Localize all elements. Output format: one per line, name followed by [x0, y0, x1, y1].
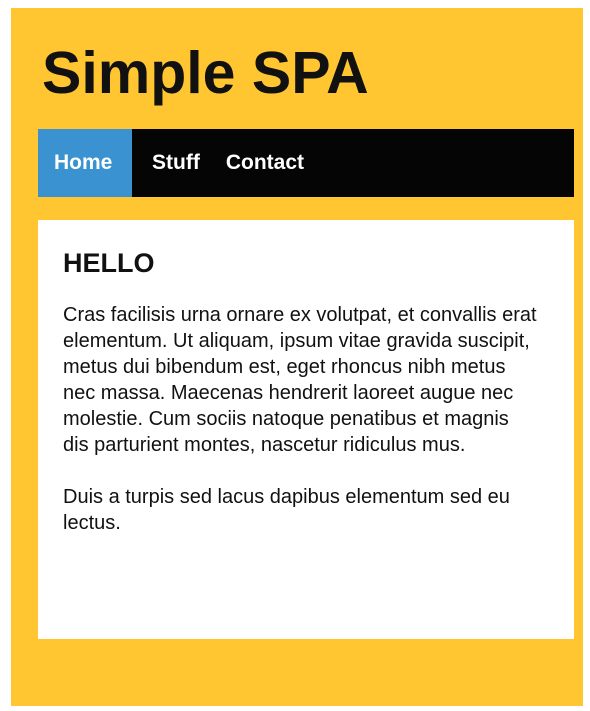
content-heading: HELLO: [63, 248, 155, 278]
content-paragraph: Duis a turpis sed lacus dapibus elementu…: [63, 486, 510, 534]
content-panel: HELLO Cras facilisis urna ornare ex volu…: [38, 220, 574, 639]
main-nav: Home Stuff Contact: [38, 129, 574, 197]
page-title: Simple SPA: [42, 40, 369, 106]
page-container: Simple SPA Home Stuff Contact HELLO Cras…: [11, 8, 583, 706]
content-paragraph: Cras facilisis urna ornare ex volutpat, …: [63, 304, 537, 456]
nav-item-home[interactable]: Home: [38, 129, 132, 197]
nav-item-contact[interactable]: Contact: [200, 129, 304, 197]
nav-item-stuff[interactable]: Stuff: [132, 129, 200, 197]
